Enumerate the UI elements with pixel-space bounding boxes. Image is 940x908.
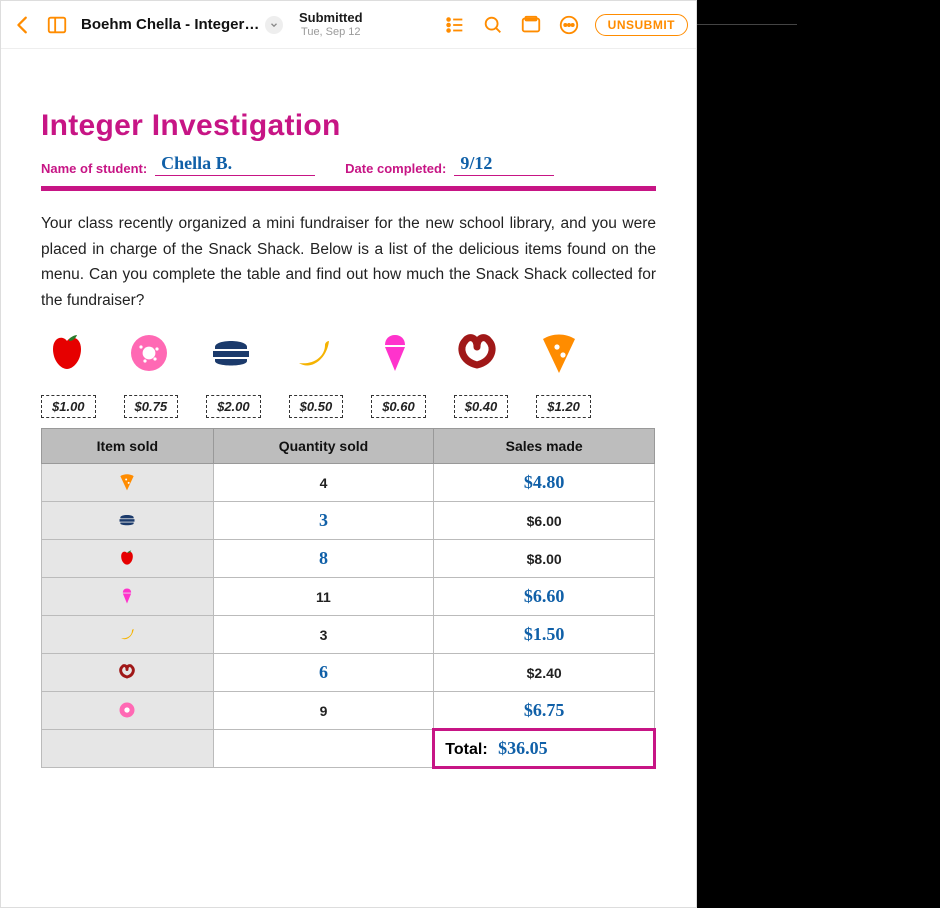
outline-icon[interactable] xyxy=(443,13,467,37)
fill-row: Name of student: Chella B. Date complete… xyxy=(41,153,656,176)
th-sales: Sales made xyxy=(434,429,655,464)
pretzel-cell-icon xyxy=(42,654,214,692)
document-body: Integer Investigation Name of student: C… xyxy=(1,49,696,789)
date-value: 9/12 xyxy=(460,153,492,173)
qty-cell: 11 xyxy=(213,578,434,616)
pretzel-icon xyxy=(453,329,501,377)
sales-cell: $6.75 xyxy=(434,692,655,730)
icecream-cell-icon xyxy=(42,578,214,616)
pizza-cell-icon xyxy=(42,464,214,502)
qty-cell: 3 xyxy=(213,616,434,654)
intro-paragraph: Your class recently organized a mini fun… xyxy=(41,211,656,313)
banana-icon xyxy=(289,329,337,377)
chevron-down-icon[interactable] xyxy=(265,16,283,34)
donut-icon xyxy=(125,329,173,377)
sidebar-toggle-icon[interactable] xyxy=(43,11,71,39)
toolbar-right: UNSUBMIT xyxy=(443,13,688,37)
sales-cell: $6.00 xyxy=(434,502,655,540)
name-value: Chella B. xyxy=(161,153,232,173)
price-pretzel: $0.40 xyxy=(454,395,509,418)
burger-cell-icon xyxy=(42,502,214,540)
doc-title-group[interactable]: Boehm Chella - Integers I... xyxy=(81,16,283,34)
price-icecream: $0.60 xyxy=(371,395,426,418)
table-row: 6$2.40 xyxy=(42,654,655,692)
qty-cell: 6 xyxy=(213,654,434,692)
price-banana: $0.50 xyxy=(289,395,344,418)
sales-cell: $2.40 xyxy=(434,654,655,692)
price-row: $1.00 $0.75 $2.00 $0.50 $0.60 $0.40 $1.2… xyxy=(41,395,656,418)
toolbar: Boehm Chella - Integers I... Submitted T… xyxy=(1,1,696,49)
sales-table: Item sold Quantity sold Sales made 4$4.8… xyxy=(41,428,656,769)
status-date: Tue, Sep 12 xyxy=(301,26,361,38)
table-row: 3$1.50 xyxy=(42,616,655,654)
qty-cell: 4 xyxy=(213,464,434,502)
sales-cell: $4.80 xyxy=(434,464,655,502)
date-label: Date completed: xyxy=(345,161,446,176)
table-row: 11$6.60 xyxy=(42,578,655,616)
worksheet-heading: Integer Investigation xyxy=(41,109,656,143)
app-frame: Boehm Chella - Integers I... Submitted T… xyxy=(0,0,697,908)
status-text: Submitted xyxy=(299,11,363,25)
sales-cell: $1.50 xyxy=(434,616,655,654)
price-donut: $0.75 xyxy=(124,395,179,418)
total-value: $36.05 xyxy=(498,738,548,758)
th-qty: Quantity sold xyxy=(213,429,434,464)
price-apple: $1.00 xyxy=(41,395,96,418)
callout-line xyxy=(697,24,797,25)
banana-cell-icon xyxy=(42,616,214,654)
sales-cell: $8.00 xyxy=(434,540,655,578)
date-field: Date completed: 9/12 xyxy=(345,153,554,176)
snack-row xyxy=(41,329,656,377)
divider xyxy=(41,186,656,191)
burger-icon xyxy=(207,329,255,377)
search-icon[interactable] xyxy=(481,13,505,37)
table-row: 9$6.75 xyxy=(42,692,655,730)
name-field: Name of student: Chella B. xyxy=(41,153,315,176)
total-empty-2 xyxy=(213,730,434,768)
qty-cell: 9 xyxy=(213,692,434,730)
table-row: 3$6.00 xyxy=(42,502,655,540)
donut-cell-icon xyxy=(42,692,214,730)
unsubmit-button[interactable]: UNSUBMIT xyxy=(595,14,688,36)
table-row: 4$4.80 xyxy=(42,464,655,502)
qty-cell: 3 xyxy=(213,502,434,540)
total-cell: Total: $36.05 xyxy=(434,730,655,768)
apple-icon xyxy=(43,329,91,377)
name-label: Name of student: xyxy=(41,161,147,176)
price-burger: $2.00 xyxy=(206,395,261,418)
doc-title: Boehm Chella - Integers I... xyxy=(81,16,261,33)
sales-cell: $6.60 xyxy=(434,578,655,616)
table-row: 8$8.00 xyxy=(42,540,655,578)
qty-cell: 8 xyxy=(213,540,434,578)
icecream-icon xyxy=(371,329,419,377)
submission-status: Submitted Tue, Sep 12 xyxy=(299,11,363,37)
total-label: Total: xyxy=(445,741,487,758)
more-icon[interactable] xyxy=(557,13,581,37)
total-empty-1 xyxy=(42,730,214,768)
pizza-icon xyxy=(535,329,583,377)
media-icon[interactable] xyxy=(519,13,543,37)
price-pizza: $1.20 xyxy=(536,395,591,418)
back-button[interactable] xyxy=(9,11,37,39)
th-item: Item sold xyxy=(42,429,214,464)
apple-cell-icon xyxy=(42,540,214,578)
